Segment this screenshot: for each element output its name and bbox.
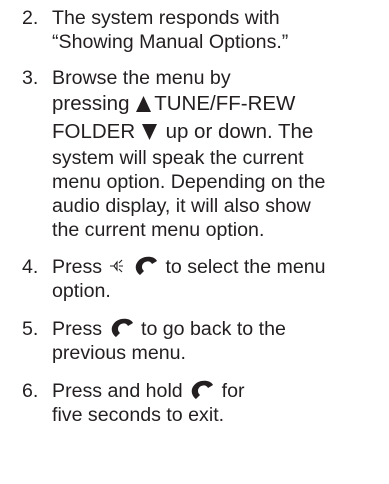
phone-icon	[111, 318, 133, 337]
step-3: 3. Browse the menu by pressing TUNE/FF-R…	[22, 66, 384, 242]
step-text: Press	[52, 256, 103, 278]
phone-icon	[135, 256, 157, 275]
step-4: 4. Press to select the menu option.	[22, 255, 384, 303]
step-text-line: menu option. Depending on the	[52, 171, 326, 193]
step-6: 6. Press and hold for five seconds to ex…	[22, 379, 384, 427]
step-5: 5. Press to go back to the previous menu…	[22, 317, 384, 365]
step-text-line: pressing TUNE/FF-REW	[52, 92, 295, 115]
step-number: 3.	[22, 67, 39, 89]
step-text: TUNE/FF-REW	[154, 92, 296, 115]
step-number: 6.	[22, 380, 39, 402]
step-number: 5.	[22, 318, 39, 340]
step-text: to go back to the	[141, 318, 286, 340]
phone-icon	[191, 380, 214, 399]
instruction-steps: 2. The system responds with “Showing Man…	[22, 6, 384, 441]
step-text-line: The system responds with	[52, 7, 280, 29]
step-text: FOLDER	[52, 120, 136, 143]
step-text-line: system will speak the current	[52, 147, 304, 169]
step-text-line: option.	[52, 280, 111, 302]
step-text-line: previous menu.	[52, 342, 186, 364]
up-triangle-icon	[136, 96, 152, 112]
step-text: to select the menu	[165, 256, 326, 278]
step-text-line: audio display, it will also show	[52, 195, 311, 217]
step-text: Press	[52, 318, 103, 340]
step-text: pressing	[52, 92, 130, 115]
step-number: 4.	[22, 256, 39, 278]
step-text-line: the current menu option.	[52, 219, 265, 241]
step-text: Press and hold	[52, 380, 183, 402]
step-text-line: Browse the menu by	[52, 67, 231, 89]
voice-recognition-icon	[109, 259, 123, 273]
step-text-line: five seconds to exit.	[52, 404, 225, 426]
step-text-line: FOLDER up or down. The	[52, 120, 313, 143]
step-text-line: “Showing Manual Options.”	[52, 31, 289, 53]
step-2: 2. The system responds with “Showing Man…	[22, 6, 384, 54]
step-number: 2.	[22, 7, 39, 29]
down-triangle-icon	[141, 124, 157, 140]
step-text: for	[221, 380, 245, 402]
step-text: up or down. The	[165, 120, 314, 143]
